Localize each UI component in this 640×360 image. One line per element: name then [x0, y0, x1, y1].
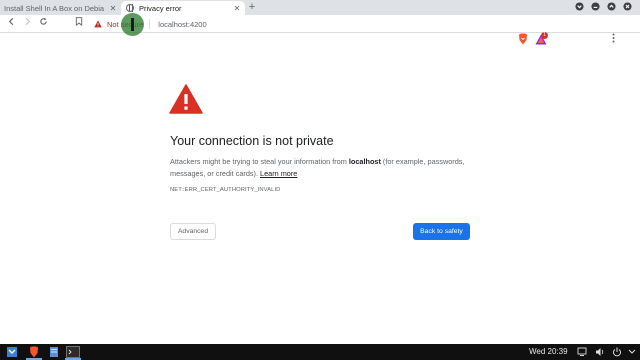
kebab-menu-icon[interactable]: [606, 33, 620, 46]
address-bar[interactable]: Not secure localhost:4200: [90, 16, 510, 32]
globe-icon: [126, 4, 134, 12]
warning-icon: [94, 20, 102, 28]
brave-browser-icon[interactable]: [28, 346, 40, 358]
browser-toolbar: Not secure localhost:4200 1: [0, 15, 640, 45]
error-code[interactable]: NET::ERR_CERT_AUTHORITY_INVALID: [170, 187, 280, 193]
terminal-icon[interactable]: [66, 346, 80, 358]
brave-shields-icon[interactable]: [518, 33, 528, 45]
close-icon[interactable]: ✕: [232, 4, 242, 13]
forward-icon[interactable]: [20, 17, 34, 31]
maximize-icon[interactable]: [606, 2, 617, 13]
minimize-icon[interactable]: [590, 2, 601, 13]
new-tab-button[interactable]: +: [246, 1, 258, 14]
text-cursor-icon: [131, 18, 134, 31]
tab-title: Privacy error: [139, 3, 182, 13]
close-icon[interactable]: ✕: [108, 4, 118, 13]
tab-search-icon[interactable]: [574, 2, 585, 13]
url-text[interactable]: localhost:4200: [158, 20, 206, 29]
app-menu-icon[interactable]: [6, 346, 18, 358]
reload-icon[interactable]: [36, 17, 50, 31]
advanced-button[interactable]: Advanced: [170, 223, 216, 240]
notification-badge: 1: [541, 32, 548, 39]
page-title: Your connection is not private: [170, 134, 334, 148]
tab-strip: Install Shell In A Box on Debia ✕ Privac…: [0, 0, 640, 15]
back-to-safety-button[interactable]: Back to safety: [413, 223, 470, 240]
network-icon[interactable]: [577, 347, 587, 357]
volume-icon[interactable]: [595, 347, 605, 357]
error-description: Attackers might be trying to steal your …: [170, 156, 470, 180]
taskbar: Wed 20:39: [0, 344, 640, 360]
host-name: localhost: [348, 157, 381, 166]
back-icon[interactable]: [4, 17, 18, 31]
url-divider: [149, 19, 151, 29]
tab-title: Install Shell In A Box on Debia: [4, 3, 105, 13]
clock[interactable]: Wed 20:39: [529, 346, 568, 358]
file-manager-icon[interactable]: [48, 346, 60, 358]
danger-warning-icon: [169, 84, 203, 114]
learn-more-link[interactable]: Learn more: [260, 169, 297, 178]
tab-install-shell[interactable]: Install Shell In A Box on Debia ✕: [0, 1, 121, 15]
chevron-down-icon[interactable]: [628, 347, 636, 357]
description-text: Attackers might be trying to steal your …: [170, 157, 349, 166]
close-window-icon[interactable]: [622, 2, 633, 13]
bookmark-icon[interactable]: [72, 17, 86, 31]
power-icon[interactable]: [612, 347, 622, 357]
tab-privacy-error[interactable]: Privacy error ✕: [121, 1, 245, 15]
